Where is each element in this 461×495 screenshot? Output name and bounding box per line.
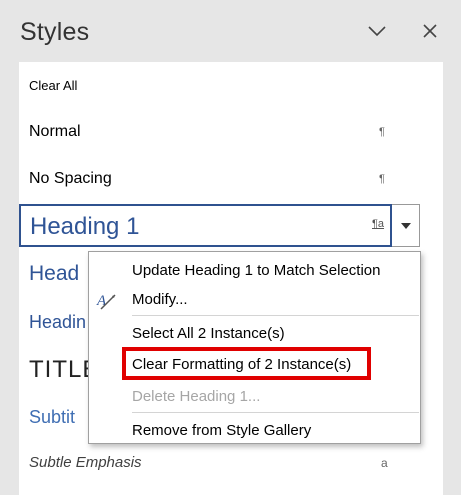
modify-style-icon: A: [96, 293, 116, 310]
style-label: No Spacing: [29, 170, 112, 187]
style-label: Clear All: [29, 78, 78, 93]
highlight-box: [122, 347, 371, 380]
style-label: Head: [29, 262, 80, 285]
dropdown-arrow-icon: [400, 222, 411, 229]
pane-title: Styles: [20, 18, 90, 46]
styles-pane: Styles Clear All Normal ¶ No Spacing ¶ H…: [0, 0, 461, 495]
style-item-subtle-emphasis[interactable]: Subtle Emphasis a: [19, 452, 419, 476]
style-label: Heading 1: [30, 213, 140, 240]
menu-item-label: Delete Heading 1...: [132, 388, 261, 405]
style-label: Subtle Emphasis: [29, 454, 142, 471]
style-item-clear-all[interactable]: Clear All: [19, 76, 419, 96]
character-style-icon: a: [381, 456, 388, 470]
menu-item-remove-from-gallery[interactable]: Remove from Style Gallery: [89, 416, 420, 444]
svg-text:A: A: [96, 293, 107, 309]
linked-style-icon: ¶a: [372, 218, 385, 230]
style-item-no-spacing[interactable]: No Spacing ¶: [19, 167, 419, 191]
style-dropdown-button[interactable]: [392, 204, 420, 247]
menu-item-update-heading[interactable]: Update Heading 1 to Match Selection: [89, 256, 420, 284]
menu-item-modify[interactable]: A Modify...: [89, 285, 420, 313]
close-pane-button[interactable]: [417, 18, 443, 44]
style-label: Normal: [29, 123, 81, 140]
menu-item-label: Remove from Style Gallery: [132, 422, 312, 439]
menu-item-select-all[interactable]: Select All 2 Instance(s): [89, 319, 420, 347]
style-item-heading-1[interactable]: Heading 1 ¶a: [19, 204, 392, 247]
menu-separator: [132, 315, 419, 316]
paragraph-style-icon: ¶: [379, 126, 385, 138]
menu-separator: [132, 412, 419, 413]
style-item-normal[interactable]: Normal ¶: [19, 120, 419, 144]
close-icon: [423, 24, 437, 38]
menu-item-delete-heading: Delete Heading 1...: [89, 382, 420, 410]
menu-item-label: Select All 2 Instance(s): [132, 325, 285, 342]
menu-item-label: Modify...: [132, 291, 188, 308]
pane-options-button[interactable]: [364, 18, 390, 44]
style-label: Headin: [29, 312, 87, 332]
paragraph-style-icon: ¶: [379, 173, 385, 185]
chevron-down-icon: [368, 26, 386, 37]
style-label: Subtit: [29, 407, 76, 427]
menu-item-label: Update Heading 1 to Match Selection: [132, 262, 381, 279]
